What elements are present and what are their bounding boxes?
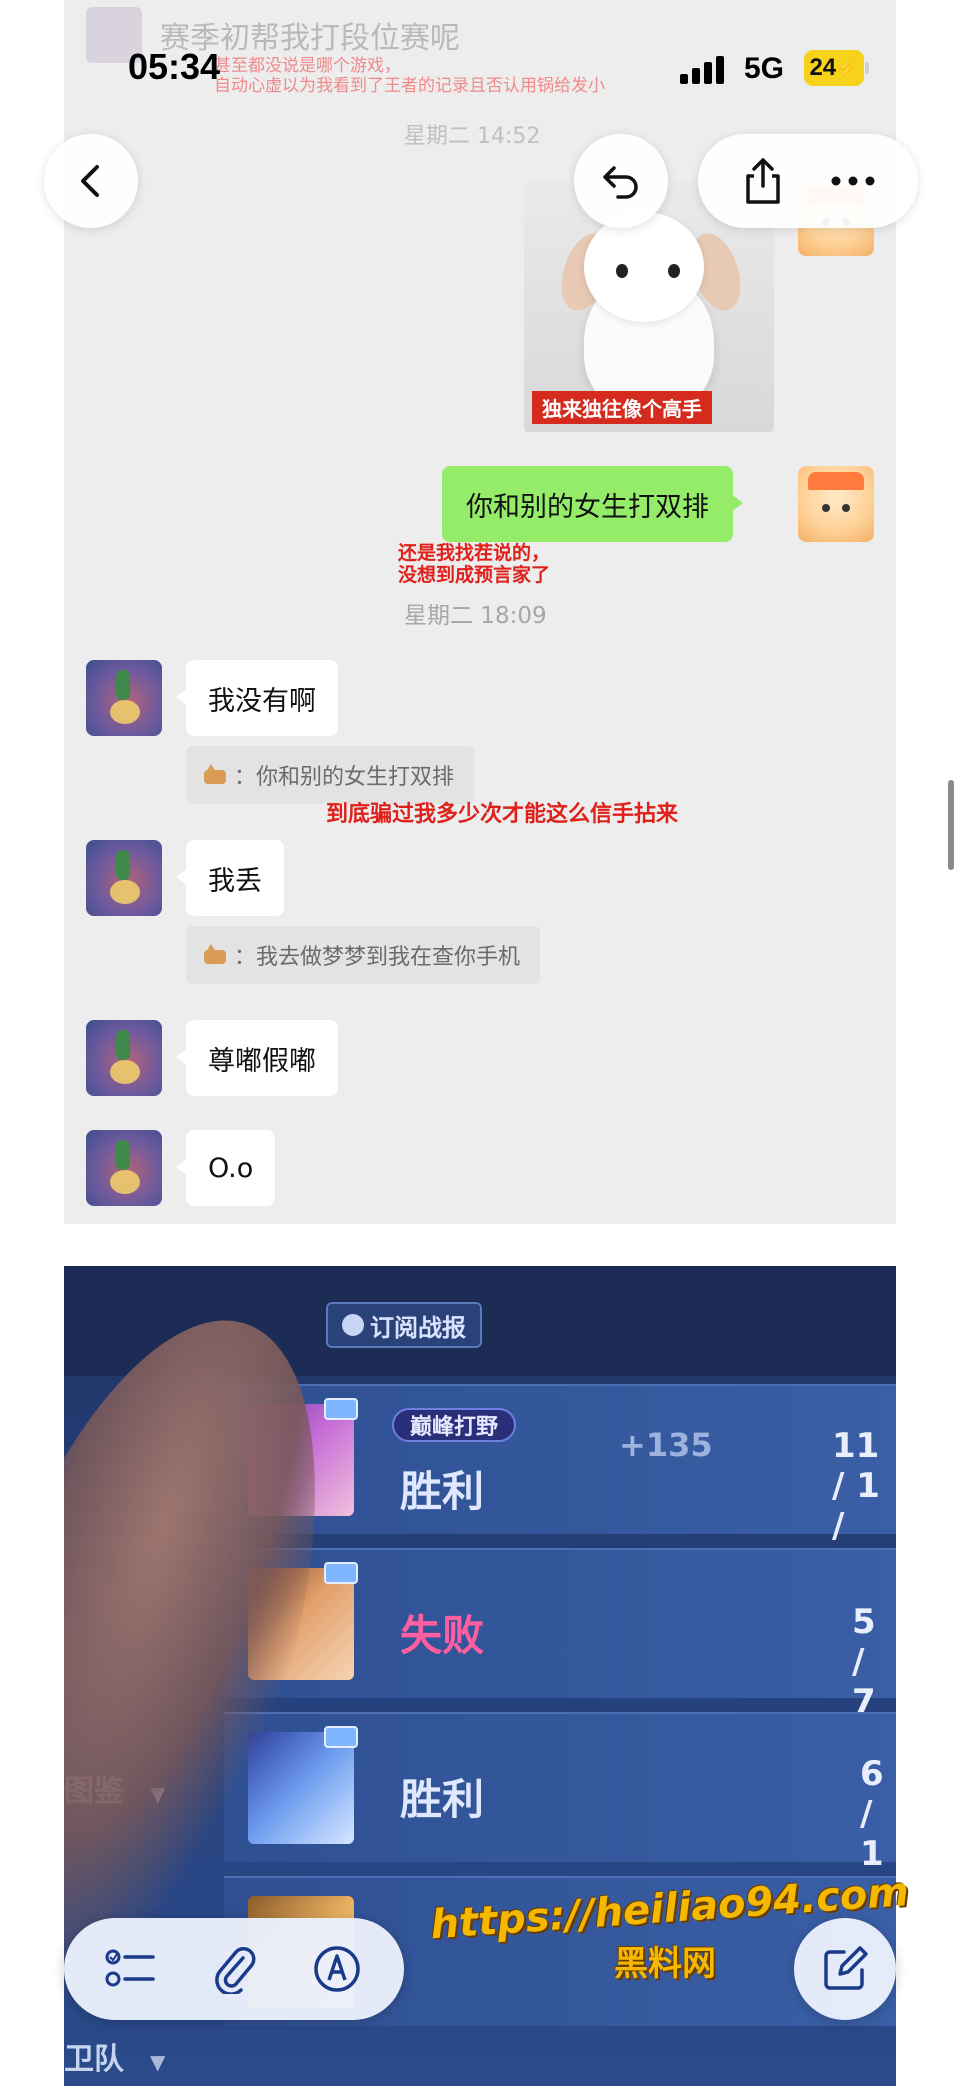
signal-bar bbox=[680, 74, 688, 84]
compose-icon bbox=[824, 1946, 868, 1990]
battery-icon: 24 ⚡ bbox=[804, 50, 869, 86]
mode-tag: 巅峰打野 bbox=[392, 1408, 517, 1442]
score-change: +135 bbox=[619, 1426, 713, 1464]
avatar-eye bbox=[842, 504, 850, 512]
bunny-eye bbox=[668, 264, 680, 278]
attach-button[interactable] bbox=[204, 1939, 264, 1999]
avatar-spot bbox=[110, 880, 140, 904]
side-menu-label: 卫队 bbox=[64, 2042, 124, 2077]
avatar-hat bbox=[808, 472, 864, 490]
avatar-plant bbox=[116, 1140, 130, 1170]
tab-label: 订阅战报 bbox=[370, 1313, 466, 1342]
share-button[interactable] bbox=[733, 151, 793, 211]
friend-avatar[interactable] bbox=[86, 840, 162, 916]
avatar-spot bbox=[110, 700, 140, 724]
my-avatar[interactable] bbox=[798, 466, 874, 542]
avatar-plant bbox=[116, 670, 130, 700]
friend-avatar[interactable] bbox=[86, 1020, 162, 1096]
rank-badge bbox=[324, 1726, 358, 1748]
back-button[interactable] bbox=[44, 134, 138, 228]
checklist-button[interactable] bbox=[101, 1939, 161, 1999]
scrollbar[interactable] bbox=[948, 780, 954, 870]
match-row[interactable]: 失败 5 / 7 / bbox=[224, 1548, 896, 1762]
avatar-eye bbox=[822, 504, 830, 512]
rank-badge bbox=[324, 1398, 358, 1420]
pen-circle-icon bbox=[313, 1946, 360, 1992]
action-pill bbox=[698, 134, 918, 228]
match-row[interactable]: 胜利 6 / 1 bbox=[224, 1712, 896, 1874]
bunny-head bbox=[584, 212, 704, 322]
avatar-spot bbox=[110, 1170, 140, 1194]
more-dots-icon bbox=[831, 176, 875, 186]
status-bar: 05:34 5G 24 ⚡ bbox=[0, 0, 960, 140]
signal-bar bbox=[716, 56, 724, 84]
share-icon bbox=[746, 158, 780, 204]
more-button[interactable] bbox=[823, 151, 883, 211]
chevron-down-icon: ▼ bbox=[150, 2050, 166, 2074]
avatar-plant bbox=[116, 1030, 130, 1060]
annotation-line: 还是我找茬说的， bbox=[398, 542, 551, 564]
my-message-bubble[interactable]: 你和别的女生打双排 bbox=[442, 466, 743, 542]
bunny-eye bbox=[616, 264, 628, 278]
friend-avatar[interactable] bbox=[86, 1130, 162, 1206]
match-result: 胜利 bbox=[400, 1467, 485, 1516]
paperclip-icon bbox=[215, 1947, 256, 1994]
tab-subscribe-report[interactable]: 订阅战报 bbox=[326, 1302, 482, 1348]
annotation-note: 还是我找茬说的， 没想到成预言家了 bbox=[398, 542, 550, 586]
reply-button[interactable] bbox=[574, 134, 668, 228]
battery-level: 24 bbox=[809, 54, 837, 81]
signal-bar bbox=[692, 68, 700, 84]
signal-bar bbox=[704, 62, 712, 84]
kda: 11 / 1 / bbox=[832, 1426, 880, 1546]
side-menu-item[interactable]: 卫队 ▼ bbox=[64, 2034, 165, 2078]
avatar-spot bbox=[110, 1060, 140, 1084]
quoted-message[interactable]: ：我去做梦梦到我在查你手机 bbox=[186, 926, 541, 984]
quoted-text: ：我去做梦梦到我在查你手机 bbox=[234, 945, 521, 970]
sticker-caption: 独来独往像个高手 bbox=[532, 391, 712, 424]
network-type: 5G bbox=[744, 52, 785, 85]
avatar-plant bbox=[116, 850, 130, 880]
reply-arrow-icon bbox=[603, 166, 638, 199]
checklist-icon bbox=[105, 1949, 156, 1987]
rank-badge bbox=[324, 1562, 358, 1584]
bottom-toolbar bbox=[64, 1918, 404, 2020]
clock: 05:34 bbox=[128, 46, 221, 87]
annotation-line: 没想到成预言家了 bbox=[398, 564, 551, 586]
kda: 6 / 1 bbox=[860, 1754, 884, 1874]
cat-icon bbox=[202, 944, 230, 966]
match-result: 胜利 bbox=[400, 1775, 485, 1824]
friend-message-bubble[interactable]: 我丢 bbox=[176, 840, 284, 916]
timestamp: 星期二 18:09 bbox=[404, 603, 547, 629]
chevron-left-icon bbox=[81, 165, 99, 197]
charging-icon: ⚡ bbox=[836, 57, 859, 78]
cat-icon bbox=[202, 764, 230, 786]
friend-avatar[interactable] bbox=[86, 660, 162, 736]
signal-icon bbox=[680, 56, 730, 84]
friend-message-bubble[interactable]: 尊嘟假嘟 bbox=[176, 1020, 338, 1096]
compose-button[interactable] bbox=[794, 1918, 896, 2020]
match-row[interactable]: 巅峰打野 胜利 +135 11 / 1 / bbox=[224, 1384, 896, 1546]
friend-message-bubble[interactable]: 我没有啊 bbox=[176, 660, 338, 736]
markup-button[interactable] bbox=[307, 1939, 367, 1999]
bell-icon bbox=[342, 1314, 364, 1336]
friend-message-bubble[interactable]: O.o bbox=[175, 1130, 276, 1206]
annotation-note: 到底骗过我多少次才能这么信手拈来 bbox=[326, 802, 679, 827]
match-result: 失败 bbox=[400, 1611, 485, 1660]
quoted-text: ：你和别的女生打双排 bbox=[234, 765, 455, 790]
